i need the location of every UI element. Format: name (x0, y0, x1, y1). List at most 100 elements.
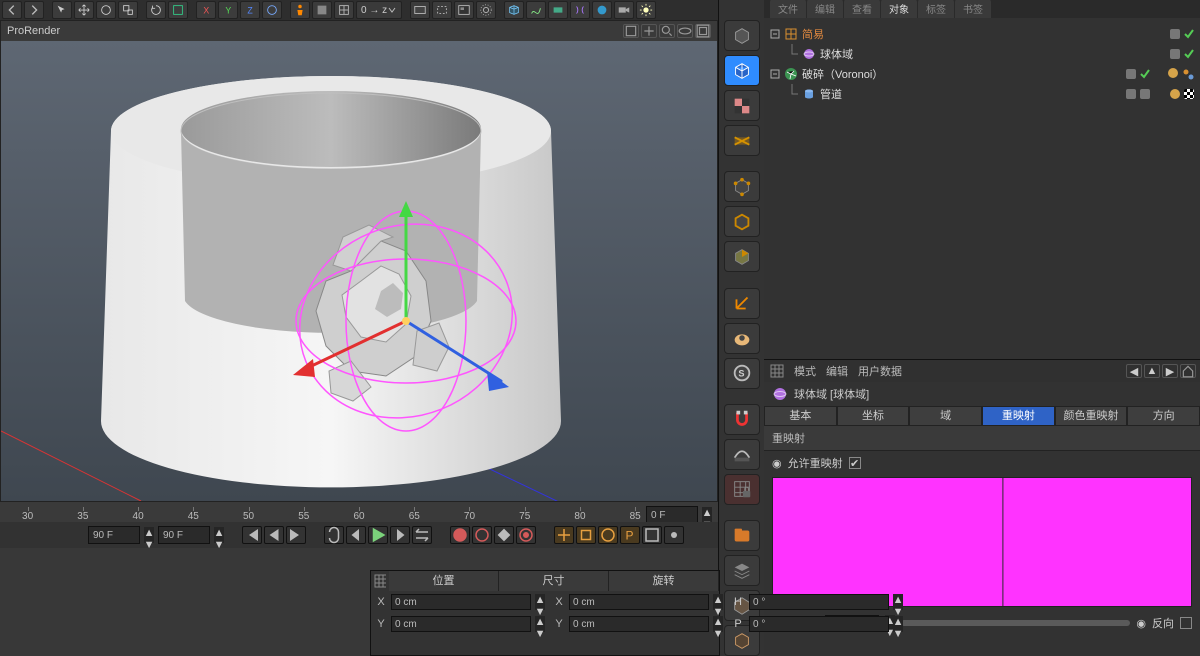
toolbar-rotate-icon[interactable] (96, 1, 116, 19)
loop-icon[interactable] (324, 526, 344, 544)
toolbar-prim-camera-icon[interactable] (614, 1, 634, 19)
toolbar-axis-y-icon[interactable]: Y (218, 1, 238, 19)
current-frame-spinner[interactable]: ▲▼ (702, 507, 712, 523)
viewport-nav-home-icon[interactable] (623, 24, 639, 38)
toolbar-prim-deformer-icon[interactable] (570, 1, 590, 19)
size-x-input[interactable] (569, 594, 709, 610)
size-x-spinner[interactable]: ▲▼ (713, 594, 723, 610)
magnet-tool-icon[interactable] (724, 404, 760, 435)
toolbar-render-region-icon[interactable] (432, 1, 452, 19)
attr-menu-edit[interactable]: 编辑 (826, 363, 848, 379)
menu-file[interactable]: 文件 (770, 0, 806, 18)
attr-tab-coord[interactable]: 坐标 (837, 406, 910, 426)
menu-tags[interactable]: 标签 (918, 0, 954, 18)
toolbar-render-pv-icon[interactable] (454, 1, 474, 19)
layers-icon[interactable] (724, 555, 760, 586)
visibility-editor-flag[interactable] (1126, 69, 1136, 79)
visibility-editor-flag[interactable] (1170, 49, 1180, 59)
rot-p-spinner[interactable]: ▲▼ (893, 616, 903, 632)
reverse-checkbox[interactable] (1180, 617, 1192, 629)
toolbar-shade-icon[interactable] (312, 1, 332, 19)
model-mode-icon[interactable] (724, 55, 760, 86)
attr-tab-basic[interactable]: 基本 (764, 406, 837, 426)
tag-connector-icon[interactable] (1182, 68, 1194, 80)
attr-nav-fwd-icon[interactable]: ▶ (1162, 364, 1178, 378)
key-all-icon[interactable] (516, 526, 536, 544)
range-end-input[interactable] (158, 526, 210, 544)
texture-mode-icon[interactable] (724, 90, 760, 121)
loop-range-icon[interactable] (412, 526, 432, 544)
toolbar-wireframe-icon[interactable] (334, 1, 354, 19)
toolbar-render-icon[interactable] (410, 1, 430, 19)
workplane-mode-icon[interactable] (724, 125, 760, 156)
pos-y-input[interactable] (391, 616, 531, 632)
tree-row-sphere-field[interactable]: 球体域 (770, 44, 1194, 64)
step-back-icon[interactable] (346, 526, 366, 544)
edge-mode-icon[interactable] (724, 206, 760, 237)
pos-x-spinner[interactable]: ▲▼ (535, 594, 545, 610)
attr-tab-direction[interactable]: 方向 (1127, 406, 1200, 426)
key-pla-icon[interactable] (642, 526, 662, 544)
attr-nav-back-icon[interactable]: ◀ (1126, 364, 1142, 378)
toolbar-history-icon[interactable] (146, 1, 166, 19)
make-editable-icon[interactable] (724, 20, 760, 51)
attr-menu-userdata[interactable]: 用户数据 (858, 363, 902, 379)
toolbar-figure-icon[interactable] (290, 1, 310, 19)
autokey-icon[interactable] (472, 526, 492, 544)
keyframe-sel-icon[interactable] (494, 526, 514, 544)
visibility-editor-flag[interactable] (1170, 29, 1180, 39)
menu-view[interactable]: 查看 (844, 0, 880, 18)
toolbar-select-icon[interactable] (52, 1, 72, 19)
remap-curve-area[interactable] (772, 477, 1192, 607)
go-end-icon[interactable] (286, 526, 306, 544)
lock-snap-icon[interactable] (724, 474, 760, 505)
range-end-spinner[interactable]: ▲▼ (214, 527, 224, 543)
attr-tab-field[interactable]: 域 (909, 406, 982, 426)
key-rot-icon[interactable] (598, 526, 618, 544)
enable-check-icon[interactable] (1184, 49, 1194, 59)
enable-check-icon[interactable] (1184, 29, 1194, 39)
pos-x-input[interactable] (391, 594, 531, 610)
tag-orange-icon[interactable] (1168, 68, 1178, 78)
viewport-canvas[interactable] (1, 41, 717, 501)
prev-key-icon[interactable] (264, 526, 284, 544)
toolbar-scale-icon[interactable] (118, 1, 138, 19)
key-param-icon[interactable]: P (620, 526, 640, 544)
key-point-icon[interactable] (664, 526, 684, 544)
tree-row-voronoi[interactable]: 破碎（Voronoi） (770, 64, 1194, 84)
viewport-nav-orbit-icon[interactable] (677, 24, 693, 38)
tag-orange-icon[interactable] (1170, 89, 1180, 99)
toolbar-move-icon[interactable] (74, 1, 94, 19)
object-tree[interactable]: 简易 球体域 破碎（Voronoi） (764, 18, 1200, 110)
toolbar-render-settings-icon[interactable] (476, 1, 496, 19)
viewport-solo-icon[interactable] (724, 323, 760, 354)
expander-icon[interactable] (770, 29, 780, 39)
visibility-render-flag[interactable] (1140, 89, 1150, 99)
soft-select-icon[interactable] (724, 439, 760, 470)
toolbar-prim-environment-icon[interactable] (592, 1, 612, 19)
step-fwd-icon[interactable] (390, 526, 410, 544)
timeline-ruler[interactable]: 30 35 40 45 50 55 60 65 70 75 80 85 90 (0, 502, 718, 522)
allow-remap-checkbox[interactable]: ✔ (849, 457, 861, 469)
strength-slider[interactable] (901, 620, 1131, 626)
toolbar-axis-x-icon[interactable]: X (196, 1, 216, 19)
key-pos-icon[interactable] (554, 526, 574, 544)
tree-row-tube[interactable]: 管道 (770, 84, 1194, 104)
menu-edit[interactable]: 编辑 (807, 0, 843, 18)
rot-p-input[interactable] (749, 616, 889, 632)
size-y-input[interactable] (569, 616, 709, 632)
toolbar-zero-to-z[interactable]: 0 → z (356, 1, 402, 19)
toolbar-prim-generator-icon[interactable] (548, 1, 568, 19)
key-scale-icon[interactable] (576, 526, 596, 544)
range-start-spinner[interactable]: ▲▼ (144, 527, 154, 543)
viewport-nav-zoom-icon[interactable] (659, 24, 675, 38)
pos-y-spinner[interactable]: ▲▼ (535, 616, 545, 632)
menu-bookmarks[interactable]: 书签 (955, 0, 991, 18)
content-browser-icon[interactable] (724, 520, 760, 551)
toolbar-redo-icon[interactable] (24, 1, 44, 19)
play-icon[interactable] (368, 526, 388, 544)
toolbar-prim-light-icon[interactable] (636, 1, 656, 19)
size-y-spinner[interactable]: ▲▼ (713, 616, 723, 632)
enable-check-icon[interactable] (1140, 69, 1150, 79)
range-start-input[interactable] (88, 526, 140, 544)
